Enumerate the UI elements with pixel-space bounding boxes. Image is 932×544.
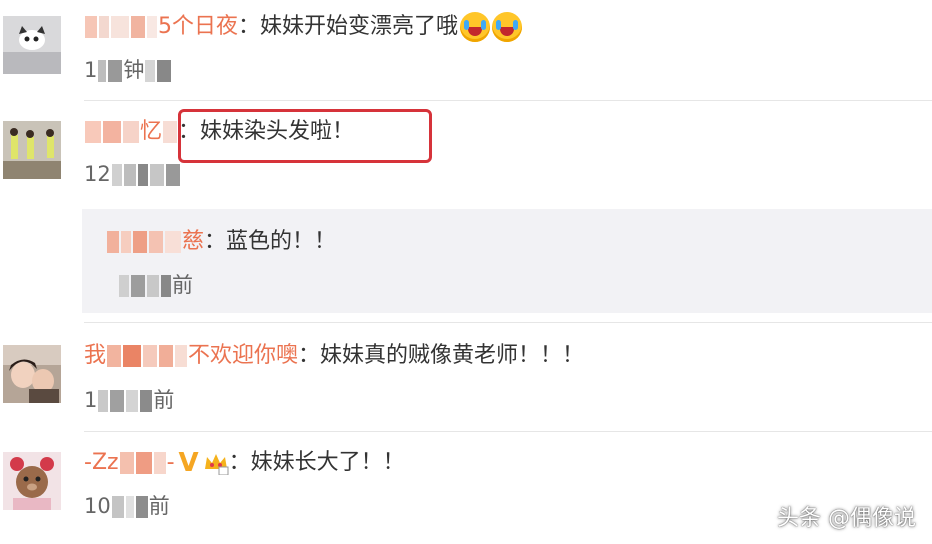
commenter-name[interactable]: 5个日夜 bbox=[158, 14, 238, 39]
time-fragment: 1 bbox=[84, 388, 98, 412]
commenter-name-prefix[interactable]: -Zz bbox=[84, 450, 119, 475]
crown-badge bbox=[203, 451, 229, 476]
comment-line: 我 不欢迎你噢：妹妹真的贼像黄老师！！！ bbox=[84, 341, 584, 371]
commenter-name[interactable]: 不欢迎你噢 bbox=[188, 343, 298, 368]
time-fragment: 钟 bbox=[123, 58, 145, 82]
name-separator: ： bbox=[228, 450, 251, 475]
crying-laughing-emoji bbox=[492, 12, 523, 42]
comment-line: -Zz - V ：妹妹长大了！！ bbox=[84, 448, 405, 478]
comment-time: 1前 bbox=[84, 386, 174, 414]
time-fragment: 前 bbox=[148, 494, 170, 518]
time-fragment: 前 bbox=[172, 273, 193, 297]
name-separator: ： bbox=[298, 343, 321, 368]
watermark: 头条 @偶像说 bbox=[777, 506, 916, 531]
reply-time: 前 bbox=[118, 271, 193, 299]
highlight-box bbox=[178, 109, 432, 163]
crying-laughing-emoji bbox=[460, 12, 491, 42]
reply-author-name[interactable]: 慈 bbox=[182, 229, 204, 254]
avatar[interactable] bbox=[3, 16, 61, 74]
reply-text: 蓝色的！！ bbox=[226, 229, 337, 254]
comment-line: 5个日夜：妹妹开始变漂亮了哦 bbox=[84, 12, 523, 42]
reply-box: 慈：蓝色的！！ 前 bbox=[82, 209, 932, 313]
comment-text: 妹妹开始变漂亮了哦 bbox=[260, 14, 459, 39]
time-fragment: 10 bbox=[84, 494, 111, 518]
reply-line: 慈：蓝色的！！ bbox=[106, 227, 336, 257]
comment-time: 12 bbox=[84, 160, 181, 188]
time-fragment: 前 bbox=[153, 388, 175, 412]
commenter-name-suffix[interactable]: - bbox=[167, 450, 175, 475]
time-fragment: 12 bbox=[84, 162, 111, 186]
commenter-name[interactable]: 忆 bbox=[140, 119, 162, 144]
commenter-name-prefix[interactable]: 我 bbox=[84, 343, 106, 368]
name-separator: ： bbox=[238, 14, 261, 39]
avatar[interactable] bbox=[3, 121, 61, 179]
comment-text: 妹妹长大了！！ bbox=[250, 450, 405, 475]
comment-time: 1钟 bbox=[84, 56, 172, 84]
name-separator: ： bbox=[204, 229, 227, 254]
comment-time: 10 前 bbox=[84, 492, 170, 520]
avatar[interactable] bbox=[3, 345, 61, 403]
avatar[interactable] bbox=[3, 452, 61, 510]
comment-text: 妹妹真的贼像黄老师！！！ bbox=[320, 343, 585, 368]
vip-v-badge: V bbox=[178, 448, 199, 478]
comment-item: 我不欢迎你噢：妹妹真的贼像黄老师！！！ 1前 bbox=[0, 323, 932, 431]
comment-item: 5个日夜：妹妹开始变漂亮了哦 1钟 bbox=[0, 0, 932, 100]
time-fragment: 1 bbox=[84, 58, 98, 82]
